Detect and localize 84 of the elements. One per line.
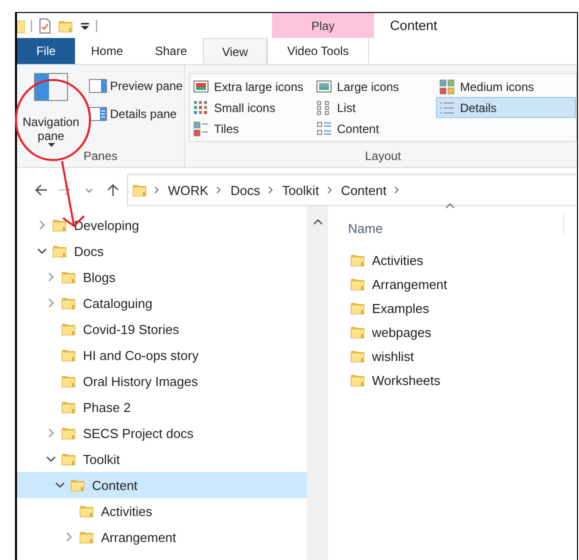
file-name[interactable]: Activities <box>372 252 424 268</box>
group-label: Layout <box>364 149 402 165</box>
file-name[interactable]: Arrangement <box>372 276 448 292</box>
up-arrow-icon[interactable] <box>105 182 121 198</box>
folder-icon <box>79 529 95 545</box>
folder-icon <box>70 477 86 493</box>
folder-icon <box>350 300 366 316</box>
pane-button[interactable]: Preview pane <box>89 79 183 93</box>
folder-icon <box>350 276 366 292</box>
tree-item[interactable]: HI and Co-ops story <box>17 342 307 368</box>
navigation-pane-button[interactable]: Navigation pane <box>19 73 83 149</box>
picture-icon <box>193 78 209 94</box>
details-icon <box>439 100 455 116</box>
window-title: Content <box>390 17 438 35</box>
view-option[interactable]: Large icons <box>313 76 436 97</box>
ribbon-tab[interactable]: View <box>203 38 267 64</box>
view-option[interactable]: List <box>313 97 436 118</box>
view-option[interactable]: Extra large icons <box>190 76 313 97</box>
view-option[interactable]: Tiles <box>190 118 313 139</box>
tree-item[interactable]: Arrangement <box>17 524 307 550</box>
tree-item[interactable]: Toolkit <box>17 446 307 472</box>
dropdown-icon[interactable] <box>80 20 90 30</box>
pane-button[interactable]: Details pane <box>89 107 183 121</box>
folder-icon <box>61 425 77 441</box>
forward-arrow-icon[interactable] <box>57 182 73 198</box>
folder-icon <box>61 373 77 389</box>
scrollbar[interactable] <box>307 206 328 560</box>
tree-item[interactable]: Blogs <box>17 264 307 290</box>
tree-item[interactable]: Docs <box>17 238 307 264</box>
tree-item[interactable]: Activities <box>17 498 307 524</box>
tree-item[interactable]: Covid-19 Stories <box>17 316 307 342</box>
folder-icon <box>79 503 95 519</box>
back-arrow-icon[interactable] <box>33 182 49 198</box>
pane-layout-icon <box>34 73 68 101</box>
tree-item[interactable]: Phase 2 <box>17 394 307 420</box>
folder-icon <box>350 372 366 388</box>
folder-icon <box>52 217 68 233</box>
address-bar[interactable]: WORK Docs Toolkit Content <box>127 174 577 206</box>
folder-icon <box>61 399 77 415</box>
ribbon-tab[interactable]: Share <box>139 38 203 64</box>
small-grid-icon <box>193 100 209 116</box>
folder-icon <box>132 182 148 198</box>
file-name[interactable]: webpages <box>372 324 432 340</box>
breadcrumb[interactable]: Toolkit <box>280 182 321 198</box>
context-group-label: Play <box>272 13 374 38</box>
caret-icon <box>48 143 54 147</box>
pane-layout-icon <box>89 79 107 93</box>
folder-icon <box>350 324 366 340</box>
list-icon <box>316 100 332 116</box>
tiles-icon <box>193 120 209 136</box>
tile-grid-icon <box>439 78 455 94</box>
file-tab[interactable]: File <box>17 38 75 64</box>
column-header[interactable]: Name <box>348 220 383 236</box>
scroll-up-icon[interactable] <box>312 218 322 226</box>
tree-item[interactable]: Cataloguing <box>17 290 307 316</box>
breadcrumb[interactable]: WORK <box>166 182 210 198</box>
folder-icon <box>350 348 366 364</box>
folder-icon <box>350 252 366 268</box>
view-option[interactable]: Details <box>436 97 576 118</box>
folder-icon <box>52 243 68 259</box>
folder-icon <box>61 321 77 337</box>
file-name[interactable]: Examples <box>372 300 430 316</box>
picture-icon <box>316 78 332 94</box>
file-name[interactable]: wishlist <box>372 348 414 364</box>
ribbon-tab[interactable]: Home <box>75 38 139 64</box>
folder-icon <box>17 18 25 34</box>
folder-icon <box>61 451 77 467</box>
group-label: Panes <box>82 149 119 165</box>
folder-icon <box>61 269 77 285</box>
file-name[interactable]: Worksheets <box>372 372 440 388</box>
tree-item[interactable]: Content <box>17 472 307 498</box>
content-view-icon <box>316 120 332 136</box>
view-option[interactable]: Small icons <box>190 97 313 118</box>
pane-layout-icon <box>89 107 107 121</box>
breadcrumb[interactable]: Content <box>338 182 388 198</box>
tree-item[interactable]: Developing <box>17 212 307 238</box>
view-option[interactable]: Content <box>313 118 436 139</box>
view-option[interactable]: Medium icons <box>436 76 576 97</box>
breadcrumb[interactable]: Docs <box>228 182 262 198</box>
tree-item[interactable]: SECS Project docs <box>17 420 307 446</box>
folder-icon <box>61 347 77 363</box>
tree-item[interactable]: Oral History Images <box>17 368 307 394</box>
document-check-icon[interactable] <box>38 18 52 34</box>
folder-icon <box>61 295 77 311</box>
